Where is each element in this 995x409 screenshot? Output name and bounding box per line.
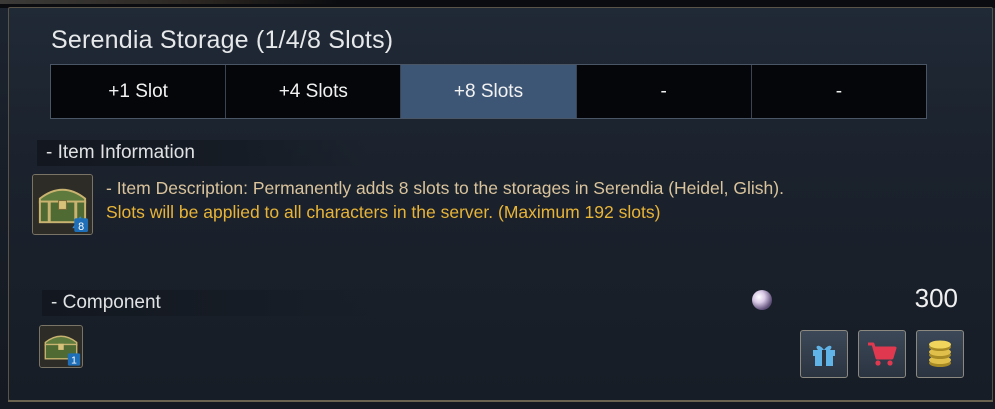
cart-button[interactable]: [858, 330, 906, 378]
gift-button[interactable]: [800, 330, 848, 378]
description-line-2: Slots will be applied to all characters …: [106, 202, 661, 222]
component-slot[interactable]: 1: [39, 325, 83, 368]
pearl-icon: [752, 290, 772, 310]
description-line-1: - Item Description: Permanently adds 8 s…: [106, 178, 784, 198]
tab-8-slots[interactable]: +8 Slots: [401, 65, 577, 118]
cart-icon: [868, 342, 897, 366]
price-amount: 300: [914, 283, 958, 313]
item-slot[interactable]: 8: [32, 174, 93, 235]
storage-window: Serendia Storage (1/4/8 Slots) +1 Slot +…: [0, 0, 995, 409]
storage-chest-icon: 1: [40, 326, 82, 367]
tab-empty-4[interactable]: -: [576, 65, 752, 118]
window-title: Serendia Storage (1/4/8 Slots): [51, 26, 394, 54]
tab-empty-5[interactable]: -: [751, 65, 927, 118]
item-description: - Item Description: Permanently adds 8 s…: [106, 176, 966, 224]
svg-text:1: 1: [71, 356, 77, 367]
panel-bottom-border: [8, 400, 993, 402]
svg-text:8: 8: [78, 221, 84, 233]
coins-button[interactable]: [916, 330, 964, 378]
component-heading: - Component: [42, 290, 372, 316]
gift-icon: [813, 345, 835, 366]
tab-4-slots[interactable]: +4 Slots: [226, 65, 402, 118]
tab-1-slot[interactable]: +1 Slot: [51, 65, 227, 118]
coins-icon: [929, 340, 951, 367]
item-information-heading: - Item Information: [37, 140, 367, 166]
storage-chest-icon: 8: [33, 175, 92, 234]
slot-tabs: +1 Slot +4 Slots +8 Slots - -: [50, 64, 927, 119]
